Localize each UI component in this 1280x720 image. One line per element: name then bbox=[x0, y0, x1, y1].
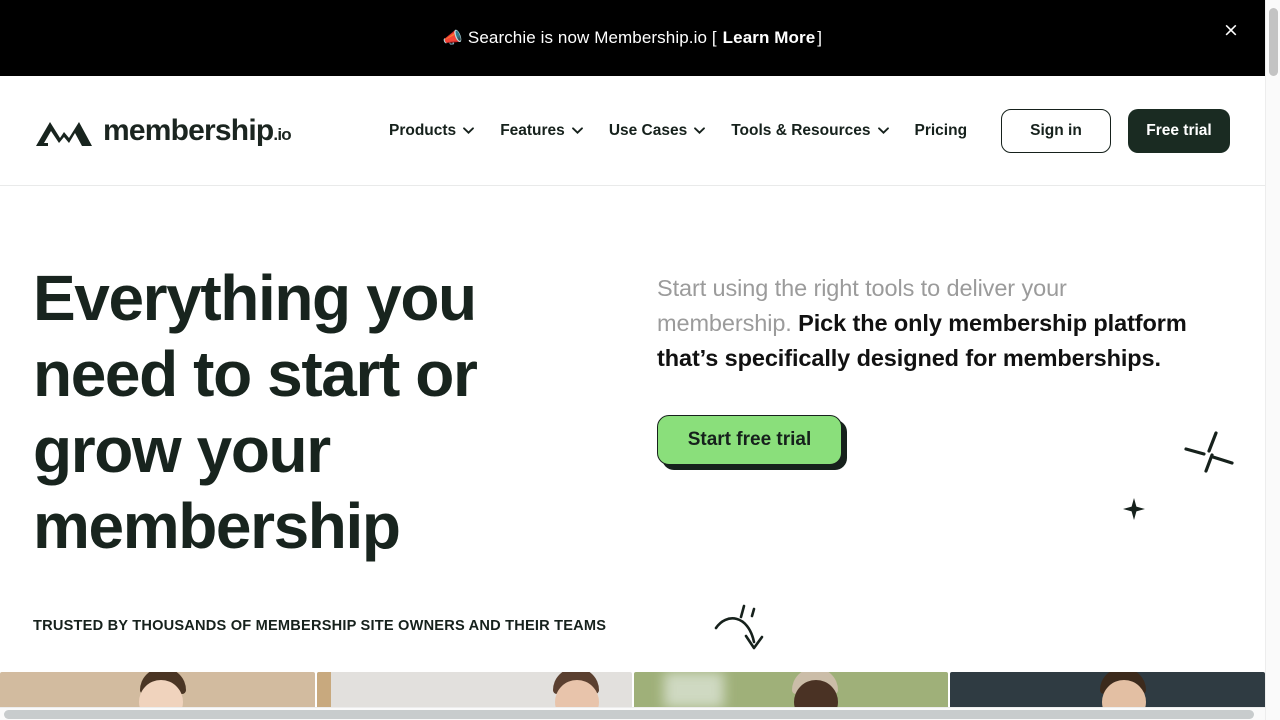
vertical-scrollbar[interactable] bbox=[1265, 0, 1280, 720]
mountain-icon bbox=[33, 113, 93, 149]
testimonial-card-4[interactable] bbox=[950, 672, 1265, 708]
announcement-message-end: ] bbox=[817, 28, 823, 47]
nav-label: Products bbox=[389, 121, 457, 139]
free-trial-button[interactable]: Free trial bbox=[1128, 108, 1230, 153]
trusted-by-label: TRUSTED BY THOUSANDS OF MEMBERSHIP SITE … bbox=[33, 618, 607, 634]
testimonial-card-1[interactable] bbox=[0, 672, 315, 708]
nav-label: Features bbox=[500, 121, 565, 139]
horizontal-scrollbar[interactable] bbox=[0, 707, 1265, 720]
chevron-down-icon bbox=[877, 127, 889, 134]
chevron-down-icon bbox=[694, 127, 706, 134]
megaphone-icon: 📣 bbox=[442, 30, 463, 47]
photo-backdrop bbox=[316, 672, 331, 708]
chevron-down-icon bbox=[463, 127, 475, 134]
cta-container: Start free trial bbox=[657, 415, 847, 470]
testimonial-card-3[interactable] bbox=[633, 672, 949, 708]
vertical-scrollbar-thumb[interactable] bbox=[1269, 8, 1278, 76]
testimonial-strip bbox=[0, 672, 1265, 708]
nav-item-tools-resources[interactable]: Tools & Resources bbox=[731, 121, 889, 140]
logo-text: membership.io bbox=[103, 113, 292, 147]
horizontal-scrollbar-thumb[interactable] bbox=[4, 710, 1254, 719]
nav-label: Use Cases bbox=[608, 121, 688, 139]
nav-item-pricing[interactable]: Pricing bbox=[915, 122, 968, 140]
announcement-banner: 📣 Searchie is now Membership.io [ Learn … bbox=[0, 0, 1265, 76]
four-point-star-icon bbox=[1122, 497, 1146, 526]
announcement-message: Searchie is now Membership.io [ bbox=[467, 28, 717, 47]
testimonial-card-2[interactable] bbox=[316, 672, 632, 708]
logo-tld: .io bbox=[273, 124, 291, 144]
page-root: 📣 Searchie is now Membership.io [ Learn … bbox=[0, 0, 1280, 720]
nav-label: Pricing bbox=[914, 121, 968, 139]
nav-label: Tools & Resources bbox=[731, 121, 871, 139]
chevron-down-icon bbox=[571, 127, 583, 134]
close-icon[interactable]: × bbox=[1219, 18, 1243, 42]
curved-arrow-icon bbox=[710, 600, 776, 667]
logo[interactable]: membership.io bbox=[33, 113, 292, 149]
site-header: membership.io Products Features Use Case… bbox=[0, 76, 1265, 186]
sparkle-burst-icon bbox=[1182, 427, 1238, 488]
nav-item-use-cases[interactable]: Use Cases bbox=[608, 121, 706, 140]
main-navigation: Products Features Use Cases Tools & Reso… bbox=[389, 122, 967, 140]
header-actions: Sign in Free trial bbox=[1001, 108, 1230, 153]
nav-item-products[interactable]: Products bbox=[389, 121, 475, 140]
sign-in-button[interactable]: Sign in bbox=[1001, 108, 1111, 153]
nav-item-features[interactable]: Features bbox=[500, 122, 583, 140]
announcement-text: 📣 Searchie is now Membership.io [ Learn … bbox=[443, 28, 822, 48]
start-free-trial-button[interactable]: Start free trial bbox=[657, 415, 842, 465]
page-title: Everything you need to start or grow you… bbox=[33, 262, 478, 562]
learn-more-link[interactable]: Learn More bbox=[723, 28, 816, 48]
hero-subcopy: Start using the right tools to deliver y… bbox=[657, 271, 1205, 376]
photo-backdrop bbox=[663, 672, 724, 708]
